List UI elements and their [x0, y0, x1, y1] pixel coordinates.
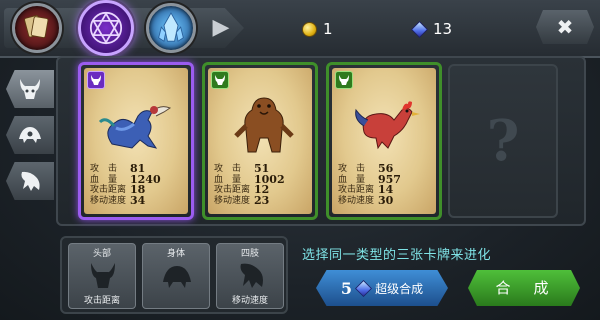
tab-evolve[interactable]: [78, 0, 134, 56]
close-button[interactable]: ✖: [536, 10, 594, 44]
card-face: 攻 击 51 血 量 1002 攻击距离 12 移动速度 23: [208, 68, 312, 214]
top-bar: ▶ 1 13 ✖: [0, 0, 600, 58]
part-limbs-label: 四肢: [240, 249, 259, 259]
evolve-hint: 选择同一类型的三张卡牌来进化: [302, 248, 492, 263]
claw-limb-icon: [21, 171, 40, 191]
horned-head-icon: [215, 75, 225, 85]
part-head[interactable]: 头部 攻击距离: [68, 243, 136, 309]
gem-icon: [355, 279, 373, 297]
super-merge-label: 超级合成: [375, 281, 424, 296]
tab-crystal[interactable]: [146, 3, 196, 53]
crystal-icon: [158, 12, 184, 42]
card-face: 攻 击 56 血 量 957 攻击距离 14 移动速度 30: [332, 68, 436, 214]
coin-counter: 1: [302, 20, 333, 38]
parts-panel: 头部 攻击距离 身体 四肢 移动速度: [60, 236, 288, 314]
beast-body-icon: [163, 266, 191, 288]
part-body-label: 身体: [166, 249, 185, 259]
stat-speed: 移动速度 23: [214, 193, 270, 207]
part-head-stat: 攻击距离: [83, 296, 120, 306]
bear-creature: [234, 97, 294, 153]
stats: 攻 击 56 血 量 957 攻击距离 14 移动速度 30: [338, 163, 436, 207]
horned-head-icon: [91, 263, 115, 288]
part-limbs[interactable]: 四肢 移动速度: [216, 243, 284, 309]
coin-icon: [302, 21, 317, 37]
coin-count: 1: [323, 20, 333, 38]
stat-speed: 移动速度 34: [90, 193, 146, 207]
horned-head-icon: [20, 79, 40, 99]
stat-speed: 移动速度 30: [338, 193, 394, 207]
tab-cards[interactable]: [12, 3, 62, 53]
super-merge-cost: 5: [340, 278, 353, 298]
gem-icon: [411, 20, 428, 38]
chevron-right-icon[interactable]: ▶: [210, 15, 232, 41]
card-slot-2[interactable]: 攻 击 51 血 量 1002 攻击距离 12 移动速度 23: [202, 62, 318, 220]
gem-count: 13: [433, 20, 453, 38]
stats: 攻 击 51 血 量 1002 攻击距离 12 移动速度 23: [214, 163, 312, 207]
question-mark-icon: ?: [486, 108, 520, 174]
part-body[interactable]: 身体: [142, 243, 210, 309]
card-slot-3[interactable]: 攻 击 56 血 量 957 攻击距离 14 移动速度 30: [326, 62, 442, 220]
card-slot-empty[interactable]: ?: [448, 64, 558, 218]
side-tab-body[interactable]: [6, 116, 54, 154]
gem-counter: 13: [411, 20, 453, 38]
horned-head-icon: [91, 75, 101, 85]
card-slot-1[interactable]: 攻 击 81 血 量 1240 攻击距离 18 移动速度 34: [78, 62, 194, 220]
claw-limb-icon: [240, 263, 263, 288]
merge-label: 合 成: [495, 279, 553, 297]
beast-body-icon: [19, 127, 41, 143]
close-icon: ✖: [556, 15, 574, 39]
stats: 攻 击 81 血 量 1240 攻击距离 18 移动速度 34: [90, 163, 188, 207]
part-head-label: 头部: [92, 249, 111, 259]
peacock-warrior-creature: [98, 106, 172, 149]
cards-icon: [24, 15, 49, 39]
side-tab-head[interactable]: [6, 70, 54, 108]
side-tab-limbs[interactable]: [6, 162, 54, 200]
hexagram-icon: [89, 11, 123, 45]
rooster-creature: [355, 101, 420, 150]
horned-head-icon: [339, 75, 349, 85]
super-merge-button[interactable]: 5 超级合成: [316, 270, 448, 306]
merge-button[interactable]: 合 成: [468, 270, 580, 306]
card-face: 攻 击 81 血 量 1240 攻击距离 18 移动速度 34: [84, 68, 188, 214]
part-limbs-stat: 移动速度: [231, 296, 268, 306]
